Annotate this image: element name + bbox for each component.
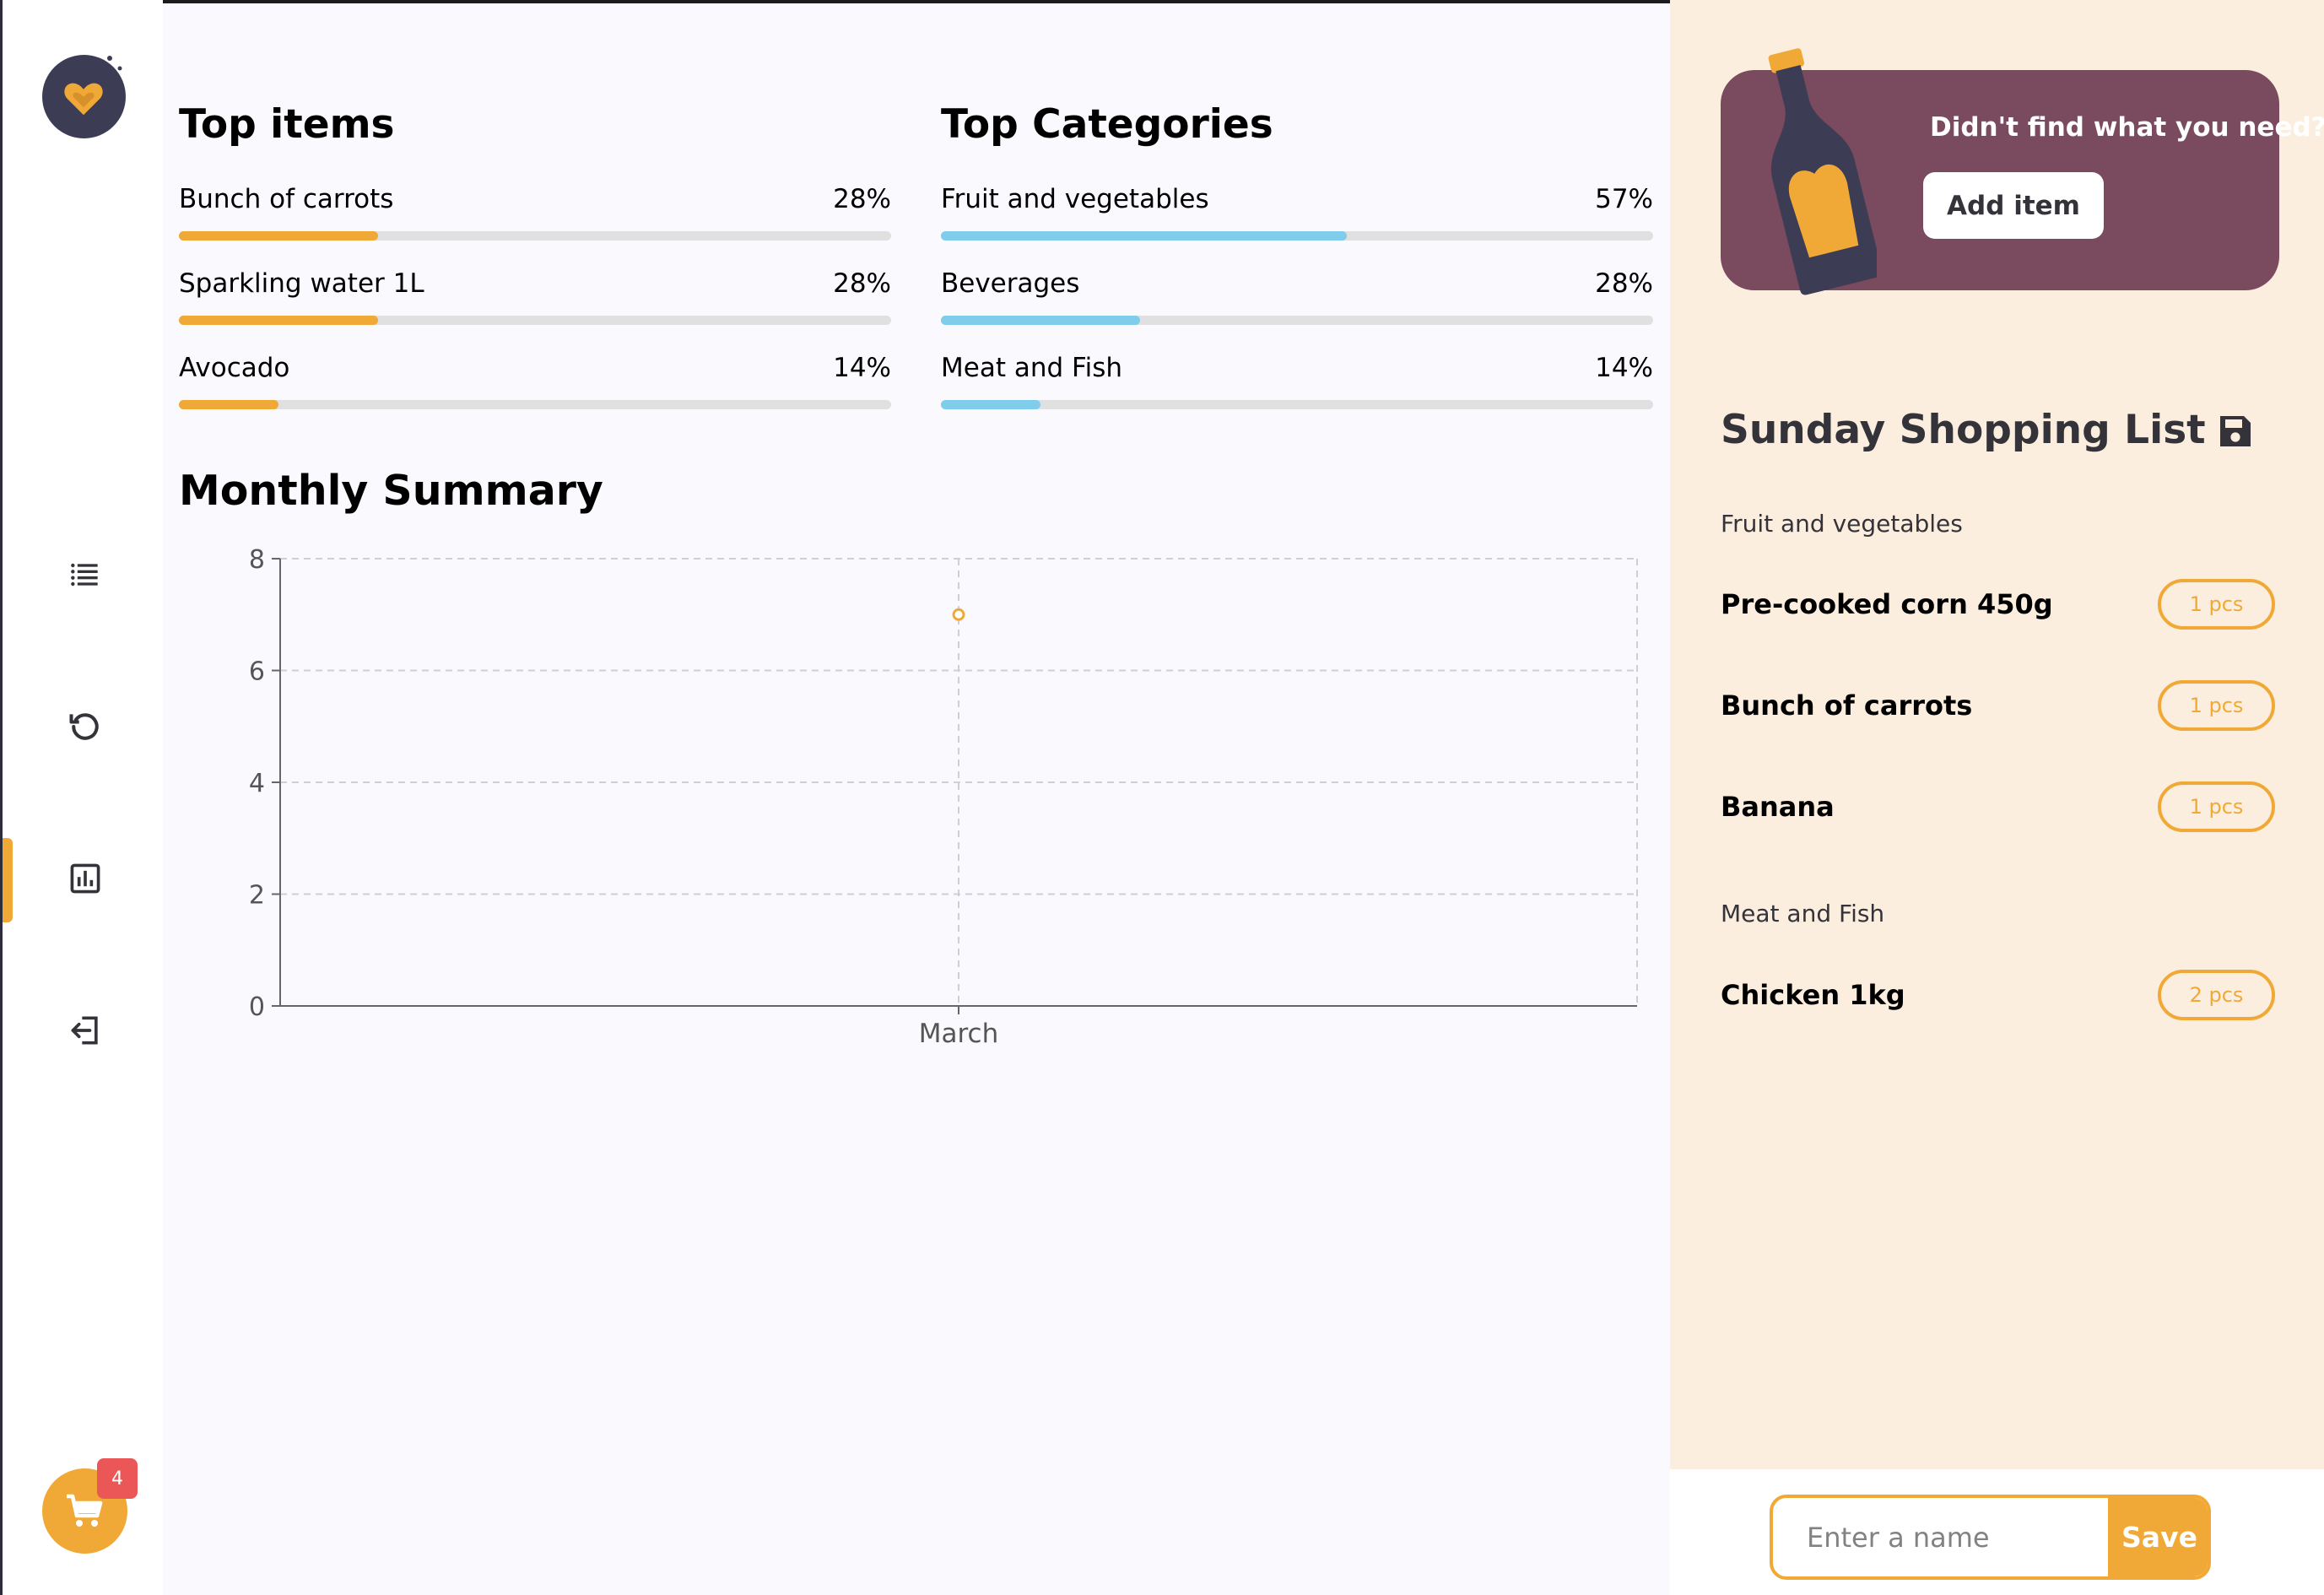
top-item-row: Sparkling water 1L 28%: [179, 268, 891, 336]
list-item-name[interactable]: Bunch of carrots: [1721, 689, 1972, 722]
top-category-percent: 28%: [1595, 268, 1653, 299]
monthly-summary-chart: 0 2 4 6 8 March: [249, 545, 1638, 1049]
top-category-name: Meat and Fish: [941, 353, 1122, 383]
progress-track: [179, 400, 891, 409]
top-category-percent: 14%: [1595, 353, 1653, 383]
floppy-disk-icon[interactable]: [2215, 411, 2256, 451]
top-item-name: Avocado: [179, 353, 290, 383]
list-item-name[interactable]: Chicken 1kg: [1721, 979, 1905, 1011]
top-category-row: Meat and Fish 14%: [941, 353, 1653, 420]
x-tick-label: March: [919, 1019, 999, 1049]
progress-track: [179, 231, 891, 241]
app-logo[interactable]: [42, 55, 126, 138]
progress-fill: [179, 400, 279, 409]
logout-icon: [71, 1016, 98, 1045]
top-category-name: Beverages: [941, 268, 1080, 299]
progress-track: [941, 231, 1653, 241]
top-item-row: Avocado 14%: [179, 353, 891, 420]
statistics-icon: [70, 863, 100, 894]
progress-fill: [941, 231, 1348, 241]
top-item-percent: 14%: [833, 353, 891, 383]
list-name-form: Save: [1770, 1495, 2211, 1580]
sidebar: 4: [0, 0, 163, 1595]
progress-fill: [179, 316, 379, 325]
history-icon: [69, 713, 99, 740]
bottle-illustration-icon: [1768, 48, 1877, 295]
monthly-summary-title: Monthly Summary: [179, 467, 603, 515]
y-tick-label: 4: [249, 769, 265, 798]
top-items-title: Top items: [179, 101, 395, 148]
top-item-percent: 28%: [833, 184, 891, 214]
top-category-row: Beverages 28%: [941, 268, 1653, 336]
nav-item-statistics[interactable]: [49, 842, 122, 915]
progress-fill: [941, 400, 1041, 409]
add-item-button[interactable]: Add item: [1923, 172, 2104, 239]
y-tick-label: 8: [249, 545, 265, 575]
top-item-row: Bunch of carrots 28%: [179, 184, 891, 251]
save-list-bar: Save: [1670, 1469, 2324, 1595]
sparkle-dots-icon: [98, 56, 122, 82]
quantity-pill[interactable]: 2 pcs: [2158, 970, 2275, 1020]
top-categories-title: Top Categories: [941, 101, 1273, 148]
top-item-name: Sparkling water 1L: [179, 268, 424, 299]
progress-fill: [179, 231, 379, 241]
list-category-label: Fruit and vegetables: [1721, 510, 1963, 538]
top-category-name: Fruit and vegetables: [941, 184, 1209, 214]
quantity-pill[interactable]: 1 pcs: [2158, 680, 2275, 731]
quantity-pill[interactable]: 1 pcs: [2158, 781, 2275, 832]
top-item-percent: 28%: [833, 268, 891, 299]
shopping-list-title: Sunday Shopping List: [1721, 407, 2206, 453]
save-button[interactable]: Save: [2108, 1498, 2208, 1576]
top-item-name: Bunch of carrots: [179, 184, 394, 214]
list-item-name[interactable]: Banana: [1721, 791, 1835, 823]
y-tick-label: 6: [249, 657, 265, 687]
add-item-banner: Didn't find what you need? Add item: [1721, 48, 2324, 295]
cart-count-badge: 4: [97, 1458, 138, 1499]
quantity-pill[interactable]: 1 pcs: [2158, 579, 2275, 630]
list-item-name[interactable]: Pre-cooked corn 450g: [1721, 588, 2053, 620]
nav-item-history[interactable]: [49, 690, 122, 763]
progress-fill: [941, 316, 1141, 325]
y-tick-label: 2: [249, 881, 265, 911]
list-category-label: Meat and Fish: [1721, 900, 1885, 927]
nav-item-list[interactable]: [49, 538, 122, 611]
progress-track: [179, 316, 891, 325]
nav-item-logout[interactable]: [49, 994, 122, 1067]
list-icon: [71, 563, 98, 587]
promo-question: Didn't find what you need?: [1930, 112, 2324, 143]
nav-active-indicator: [3, 838, 13, 922]
progress-track: [941, 316, 1653, 325]
top-category-row: Fruit and vegetables 57%: [941, 184, 1653, 251]
data-point: [952, 608, 965, 621]
top-category-percent: 57%: [1595, 184, 1653, 214]
shopping-list-panel: Didn't find what you need? Add item Sund…: [1670, 0, 2324, 1469]
list-name-input[interactable]: [1773, 1498, 2108, 1576]
y-tick-label: 0: [249, 992, 265, 1022]
progress-track: [941, 400, 1653, 409]
